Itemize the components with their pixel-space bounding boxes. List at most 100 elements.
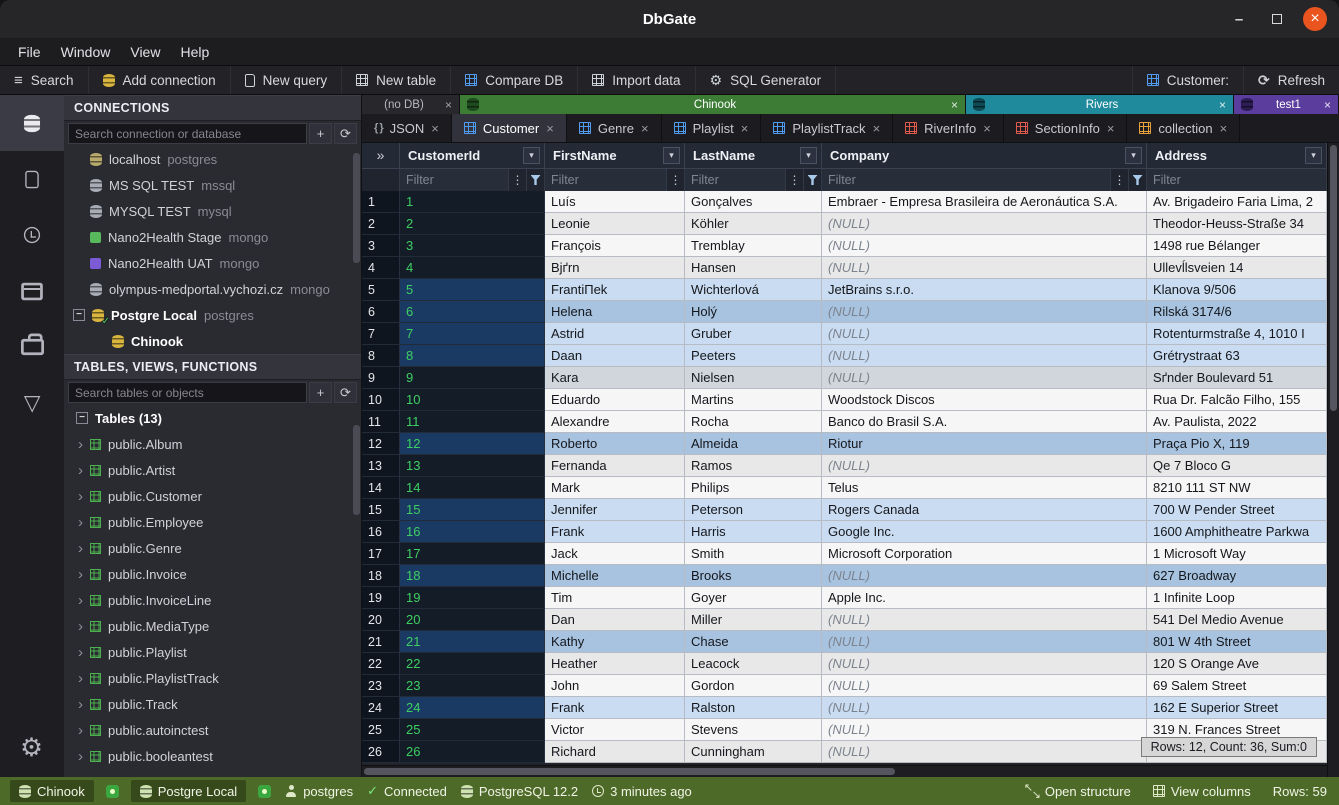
file-tab[interactable]: Genre	[567, 114, 662, 142]
vertical-scrollbar[interactable]	[1327, 143, 1339, 777]
row-number[interactable]: 1	[362, 191, 400, 213]
table-search-input[interactable]	[68, 382, 307, 403]
cell-lastname[interactable]: Smith	[685, 543, 822, 565]
table-item[interactable]: public.Album	[64, 431, 361, 457]
table-item[interactable]: public.autoinctest	[64, 717, 361, 743]
sidebar-scrollbar-thumb[interactable]	[353, 153, 360, 263]
filter-funnel-icon[interactable]	[1128, 169, 1146, 191]
chevron-right-icon[interactable]	[78, 462, 83, 479]
collapse-icon[interactable]	[73, 309, 85, 321]
row-number[interactable]: 9	[362, 367, 400, 389]
horizontal-scrollbar[interactable]	[362, 765, 1327, 777]
chevron-right-icon[interactable]	[78, 748, 83, 765]
toolbar-button[interactable]: Search	[0, 66, 89, 94]
chevron-right-icon[interactable]	[78, 488, 83, 505]
filter-input[interactable]	[1147, 169, 1326, 191]
table-item[interactable]: public.booleantest	[64, 743, 361, 769]
cell-customerid[interactable]: 24	[400, 697, 545, 719]
cell-customerid[interactable]: 8	[400, 345, 545, 367]
cell-lastname[interactable]: Holý	[685, 301, 822, 323]
cell-company[interactable]: (NULL)	[822, 367, 1147, 389]
cell-firstname[interactable]: François	[545, 235, 685, 257]
toolbar-button[interactable]: SQL Generator	[696, 66, 837, 94]
file-tab[interactable]: Customer	[452, 114, 567, 142]
close-icon[interactable]	[1220, 121, 1228, 136]
cell-lastname[interactable]: Goyer	[685, 587, 822, 609]
close-icon[interactable]	[1324, 98, 1331, 112]
cell-customerid[interactable]: 26	[400, 741, 545, 763]
file-tab[interactable]: Playlist	[662, 114, 762, 142]
cell-lastname[interactable]: Gruber	[685, 323, 822, 345]
cell-customerid[interactable]: 7	[400, 323, 545, 345]
connection-item[interactable]: Postgre Local postgres	[64, 302, 361, 328]
cell-customerid[interactable]: 10	[400, 389, 545, 411]
cell-firstname[interactable]: Heather	[545, 653, 685, 675]
row-number[interactable]: 19	[362, 587, 400, 609]
cell-address[interactable]: Qe 7 Bloco G	[1147, 455, 1327, 477]
cell-company[interactable]: Apple Inc.	[822, 587, 1147, 609]
cell-lastname[interactable]: Rocha	[685, 411, 822, 433]
database-tab[interactable]: test1	[1234, 95, 1339, 114]
row-number[interactable]: 18	[362, 565, 400, 587]
connection-item[interactable]: localhost postgres	[64, 146, 361, 172]
file-tab[interactable]: RiverInfo	[893, 114, 1004, 142]
table-item[interactable]: public.Playlist	[64, 639, 361, 665]
cell-lastname[interactable]: Chase	[685, 631, 822, 653]
close-icon[interactable]	[641, 121, 649, 136]
cell-address[interactable]: Av. Paulista, 2022	[1147, 411, 1327, 433]
status-item[interactable]: Open structure	[1024, 780, 1133, 802]
cell-address[interactable]: 1 Microsoft Way	[1147, 543, 1327, 565]
cell-address[interactable]: 8210 111 ST NW	[1147, 477, 1327, 499]
cell-company[interactable]: (NULL)	[822, 565, 1147, 587]
chevron-right-icon[interactable]	[78, 644, 83, 661]
cell-firstname[interactable]: Astrid	[545, 323, 685, 345]
activity-item[interactable]	[0, 151, 64, 207]
cell-firstname[interactable]: John	[545, 675, 685, 697]
close-button[interactable]	[1303, 7, 1327, 31]
row-number[interactable]: 13	[362, 455, 400, 477]
settings-button[interactable]	[0, 719, 64, 777]
row-number[interactable]: 25	[362, 719, 400, 741]
cell-customerid[interactable]: 1	[400, 191, 545, 213]
table-item[interactable]: public.Employee	[64, 509, 361, 535]
cell-lastname[interactable]: Tremblay	[685, 235, 822, 257]
cell-company[interactable]: (NULL)	[822, 675, 1147, 697]
cell-customerid[interactable]: 13	[400, 455, 545, 477]
activity-item[interactable]	[0, 375, 64, 431]
column-dropdown-icon[interactable]	[1125, 147, 1142, 164]
cell-firstname[interactable]: Helena	[545, 301, 685, 323]
row-number[interactable]: 2	[362, 213, 400, 235]
row-number[interactable]: 7	[362, 323, 400, 345]
cell-customerid[interactable]: 14	[400, 477, 545, 499]
cell-firstname[interactable]: Jack	[545, 543, 685, 565]
row-number[interactable]: 20	[362, 609, 400, 631]
cell-customerid[interactable]: 3	[400, 235, 545, 257]
table-item[interactable]: public.Genre	[64, 535, 361, 561]
cell-address[interactable]: Sґnder Boulevard 51	[1147, 367, 1327, 389]
cell-firstname[interactable]: FrantiПek	[545, 279, 685, 301]
table-item[interactable]: public.Invoice	[64, 561, 361, 587]
cell-address[interactable]: Av. Brigadeiro Faria Lima, 2	[1147, 191, 1327, 213]
cell-address[interactable]: Praça Pio X, 119	[1147, 433, 1327, 455]
toolbar-button[interactable]: Add connection	[89, 66, 231, 94]
activity-item[interactable]	[0, 95, 64, 151]
menu-item[interactable]: View	[120, 41, 170, 63]
column-header[interactable]: Address	[1147, 143, 1327, 169]
row-number[interactable]: 17	[362, 543, 400, 565]
filter-input[interactable]	[545, 169, 666, 191]
scrollbar-thumb[interactable]	[1330, 145, 1337, 411]
cell-address[interactable]: Grétrystraat 63	[1147, 345, 1327, 367]
toolbar-button[interactable]: Import data	[578, 66, 695, 94]
cell-lastname[interactable]: Cunningham	[685, 741, 822, 763]
cell-lastname[interactable]: Peeters	[685, 345, 822, 367]
column-dropdown-icon[interactable]	[663, 147, 680, 164]
cell-lastname[interactable]: Miller	[685, 609, 822, 631]
cell-company[interactable]: (NULL)	[822, 345, 1147, 367]
sidebar-scrollbar-thumb[interactable]	[353, 425, 360, 515]
row-number[interactable]: 4	[362, 257, 400, 279]
cell-customerid[interactable]: 23	[400, 675, 545, 697]
filter-menu-icon[interactable]	[785, 169, 803, 191]
cell-customerid[interactable]: 5	[400, 279, 545, 301]
cell-company[interactable]: Embraer - Empresa Brasileira de Aeronáut…	[822, 191, 1147, 213]
row-number[interactable]: 10	[362, 389, 400, 411]
